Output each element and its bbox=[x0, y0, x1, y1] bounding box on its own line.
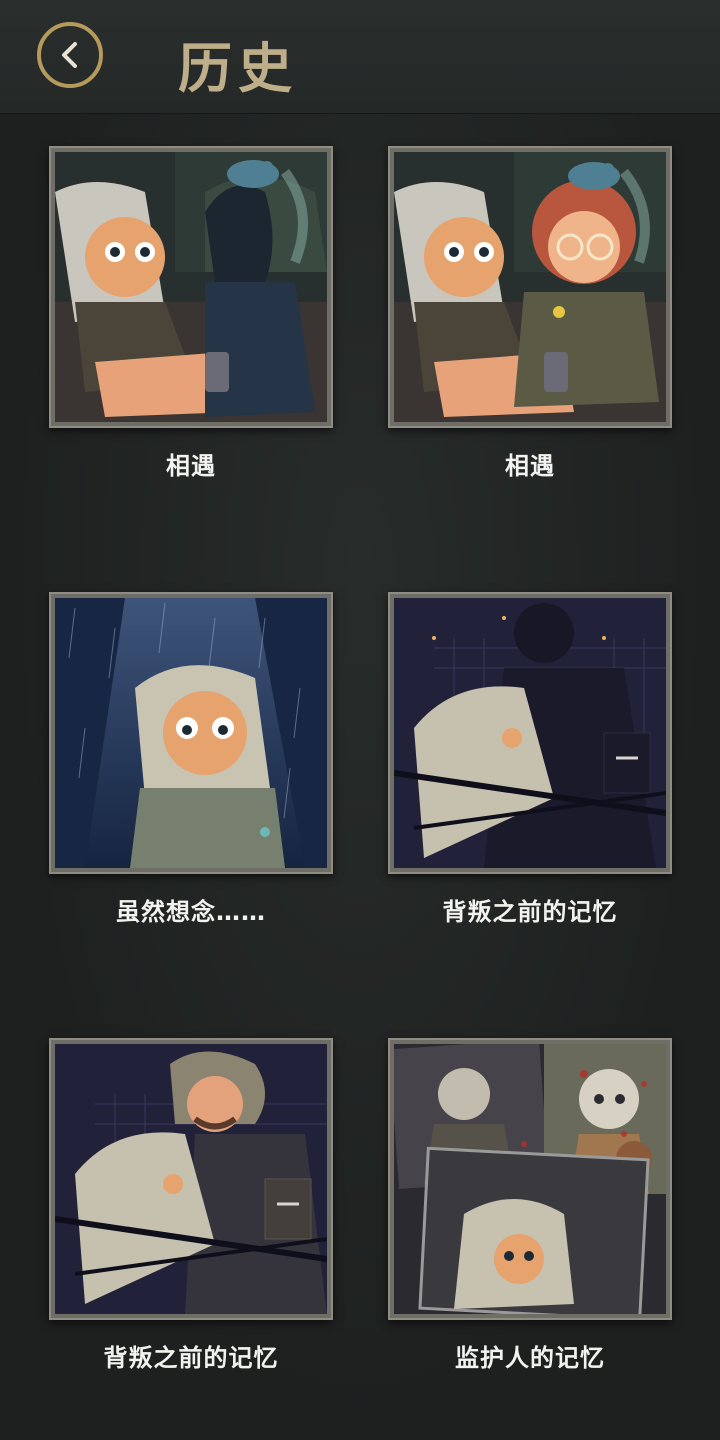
card-frame bbox=[49, 592, 333, 874]
history-card[interactable]: 监护人的记忆 bbox=[388, 1038, 672, 1372]
card-illustration bbox=[394, 598, 666, 868]
card-frame bbox=[49, 146, 333, 428]
card-illustration bbox=[55, 598, 327, 868]
card-frame bbox=[388, 146, 672, 428]
back-button[interactable] bbox=[37, 22, 103, 88]
card-caption: 相遇 bbox=[505, 452, 555, 480]
chevron-left-icon bbox=[62, 42, 77, 68]
card-caption: 背叛之前的记忆 bbox=[103, 1344, 279, 1372]
history-card[interactable]: 相遇 bbox=[388, 146, 672, 480]
card-illustration bbox=[394, 152, 666, 422]
history-card[interactable]: 背叛之前的记忆 bbox=[388, 592, 672, 926]
card-frame bbox=[388, 1038, 672, 1320]
history-card[interactable]: 虽然想念…… bbox=[49, 592, 333, 926]
card-frame bbox=[388, 592, 672, 874]
history-card[interactable]: 相遇 bbox=[49, 146, 333, 480]
card-illustration bbox=[394, 1044, 666, 1314]
card-caption: 监护人的记忆 bbox=[455, 1344, 605, 1372]
card-caption: 背叛之前的记忆 bbox=[442, 898, 618, 926]
page-title: 历史 bbox=[178, 37, 298, 100]
card-frame bbox=[49, 1038, 333, 1320]
card-illustration bbox=[55, 152, 327, 422]
card-caption: 相遇 bbox=[166, 452, 216, 480]
history-card[interactable]: 背叛之前的记忆 bbox=[49, 1038, 333, 1372]
card-illustration bbox=[55, 1044, 327, 1314]
header-bar: 历史 bbox=[0, 0, 720, 114]
history-screen: 历史 相遇 相遇 虽然想念…… 背叛之前的记忆 背叛之前的记忆 监护人的记忆 bbox=[0, 0, 720, 1440]
card-caption: 虽然想念…… bbox=[116, 898, 266, 926]
